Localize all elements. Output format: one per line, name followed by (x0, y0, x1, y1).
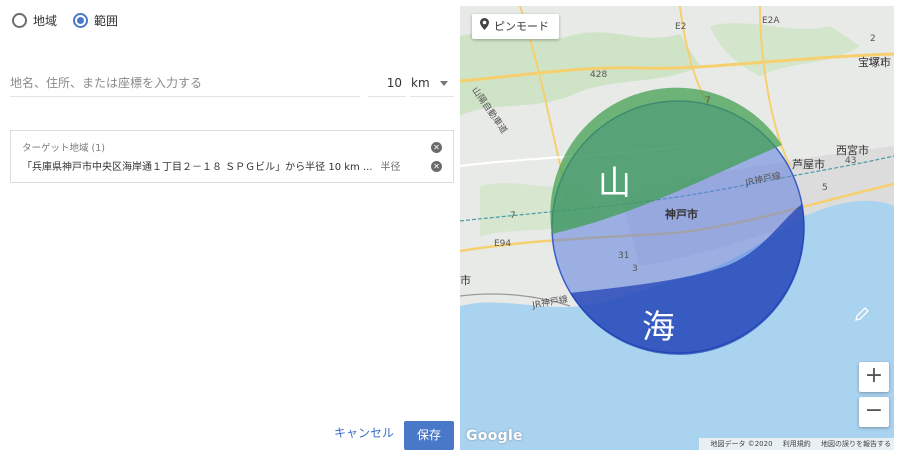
road-label: E2A (762, 16, 780, 26)
mode-option-label: 地域 (33, 14, 58, 28)
location-search-input[interactable]: 地名、住所、または座標を入力する (10, 70, 360, 97)
road-label: 31 (618, 251, 630, 261)
mode-option-range[interactable]: 範囲 (73, 12, 118, 29)
terms-link[interactable]: 利用規約 (783, 440, 811, 448)
edit-pencil-icon[interactable] (854, 306, 870, 326)
pin-icon (480, 14, 489, 39)
google-logo: Google (466, 428, 523, 444)
road-label: 2 (870, 34, 876, 44)
radio-selected-icon (73, 13, 89, 28)
target-region-title: ターゲット地域 (1) (22, 143, 105, 154)
remove-target-icon[interactable]: ✕ (431, 161, 442, 172)
sea-overlay-label: 海 (642, 307, 675, 346)
road-label: 7 (705, 96, 711, 106)
map-data-credit: 地図データ ©2020 (710, 440, 773, 448)
map-base (460, 6, 894, 450)
clear-all-icon[interactable]: ✕ (431, 142, 442, 153)
target-region-list: ターゲット地域 (1) 「兵庫県神戸市中央区海岸通１丁目２－１８ ＳＰＧビル」か… (10, 130, 454, 183)
target-region-item: 「兵庫県神戸市中央区海岸通１丁目２－１８ ＳＰＧビル」から半径 10 km ..… (22, 158, 401, 173)
report-error-link[interactable]: 地図の誤りを報告する (821, 440, 891, 448)
dropdown-caret-icon (440, 81, 448, 86)
road-label: E94 (494, 239, 512, 249)
radius-unit-label: km (411, 76, 430, 90)
road-label: E2 (675, 22, 687, 32)
radius-value-input[interactable]: 10 (368, 70, 406, 97)
map-attribution: 地図データ ©2020 利用規約 地図の誤りを報告する (699, 438, 894, 450)
road-label: 5 (822, 183, 828, 193)
map-view[interactable]: E2 E2A 428 山陽自動車道 7 7 43 5 E94 31 3 171 … (460, 6, 894, 450)
mountain-overlay-label: 山 (598, 163, 631, 202)
road-label: 428 (590, 70, 608, 80)
mode-radio-group: 地域 範囲 (12, 12, 134, 29)
city-label-kobe: 神戸市 (665, 208, 698, 221)
cancel-button[interactable]: キャンセル (334, 424, 394, 441)
zoom-out-button[interactable]: − (859, 397, 889, 427)
target-region-text: 「兵庫県神戸市中央区海岸通１丁目２－１８ ＳＰＧビル」から半径 10 km ..… (22, 162, 373, 173)
city-label-nishinomiya: 西宮市 (836, 144, 869, 157)
mode-option-label: 範囲 (94, 14, 119, 28)
mode-option-region[interactable]: 地域 (12, 12, 57, 29)
pin-mode-button[interactable]: ピンモード (472, 14, 559, 39)
road-label: 3 (632, 264, 638, 274)
save-button[interactable]: 保存 (404, 421, 454, 450)
target-region-suffix: 半径 (380, 162, 401, 173)
settings-panel: 地域 範囲 地名、住所、または座標を入力する 10 km ターゲット地域 (1)… (0, 0, 460, 456)
pin-mode-label: ピンモード (494, 20, 549, 33)
road-label: 7 (510, 211, 516, 221)
radio-circle-icon (12, 13, 27, 28)
radius-unit-select[interactable]: km (410, 70, 454, 97)
city-label-partial: 市 (460, 274, 471, 287)
city-label-ashiya: 芦屋市 (792, 158, 825, 171)
city-label-takarazuka: 宝塚市 (858, 56, 891, 69)
zoom-in-button[interactable]: + (859, 362, 889, 392)
